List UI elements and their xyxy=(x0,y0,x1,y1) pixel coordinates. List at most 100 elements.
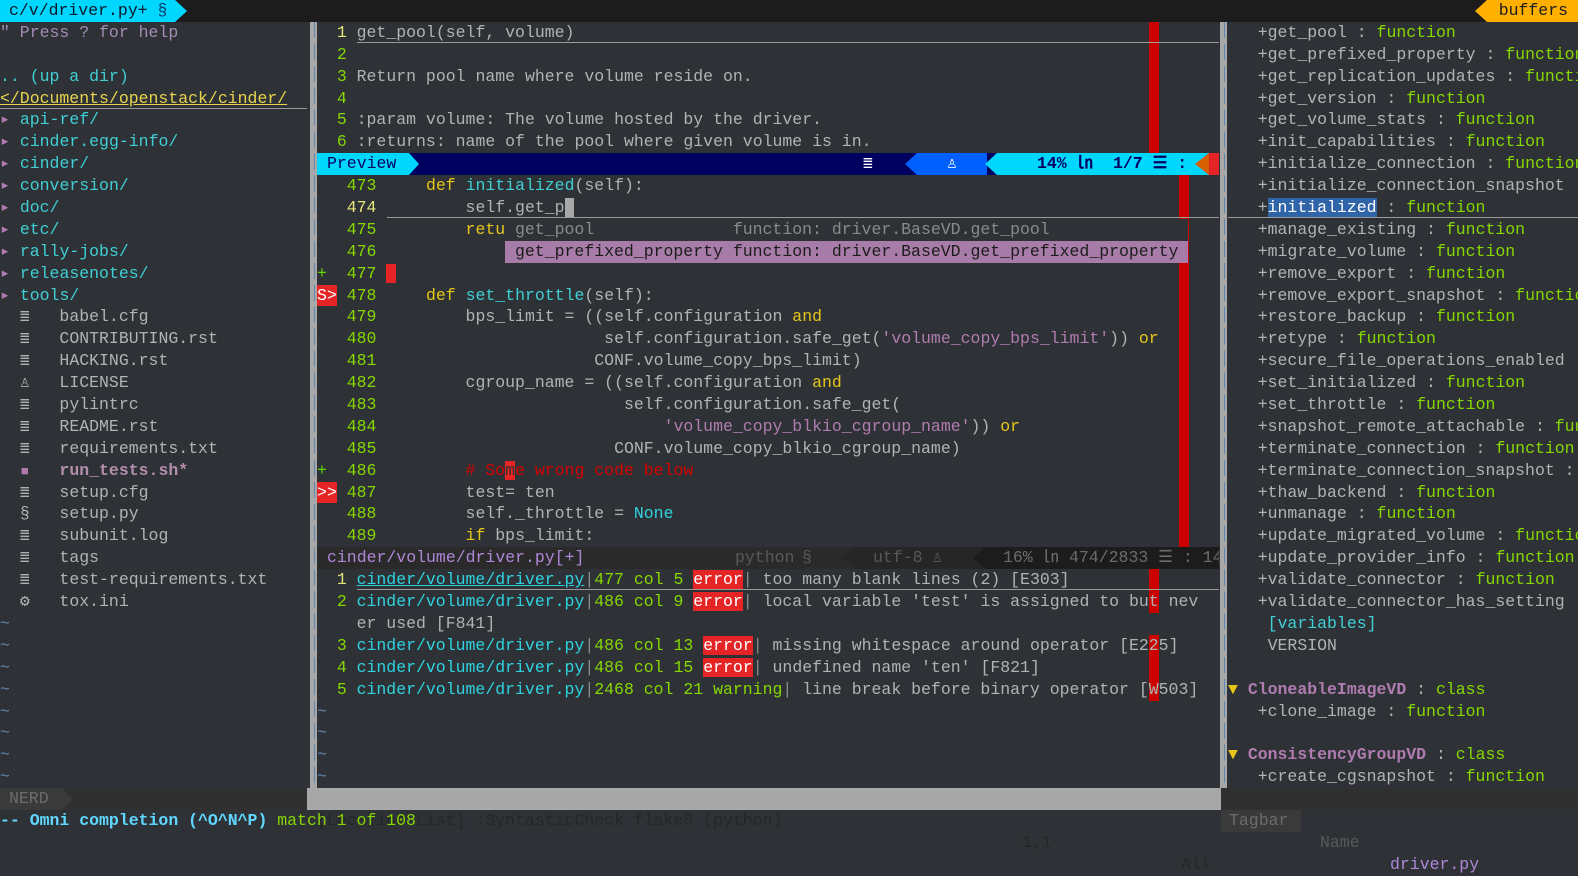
completion-popup[interactable]: get_pool function: driver.BaseVD.get_poo… xyxy=(505,218,1189,263)
entry-file[interactable]: cinder/volume/driver.py xyxy=(357,636,585,655)
nerdtree-file[interactable]: ≣ HACKING.rst xyxy=(0,350,307,372)
tag-member[interactable]: +secure_file_operations_enabled : functi… xyxy=(1228,350,1578,372)
tag-member[interactable]: +get_prefixed_property : function xyxy=(1228,44,1578,66)
tag-member[interactable]: +restore_backup : function xyxy=(1228,306,1578,328)
tag-member[interactable]: +set_throttle : function xyxy=(1228,394,1578,416)
code-token: or xyxy=(1000,416,1021,436)
tag-member[interactable]: +snapshot_remote_attachable : function xyxy=(1228,416,1578,438)
nerdtree-file[interactable]: ≣ CONTRIBUTING.rst xyxy=(0,328,307,350)
code-line[interactable]: 479 bps_limit = ((self.configuration and xyxy=(317,306,1219,328)
tag-member[interactable]: +get_volume_stats : function xyxy=(1228,109,1578,131)
code-line[interactable]: 485 CONF.volume_copy_blkio_cgroup_name) xyxy=(317,438,1219,460)
tag-member[interactable]: +update_migrated_volume : function xyxy=(1228,525,1578,547)
tag-group[interactable]: [variables] xyxy=(1228,613,1578,635)
entry-file[interactable]: cinder/volume/driver.py xyxy=(357,592,585,611)
completion-item[interactable]: get_prefixed_property function: driver.B… xyxy=(505,240,1189,263)
tag-member[interactable]: +remove_export_snapshot : function xyxy=(1228,285,1578,307)
tag-member[interactable]: +remove_export : function xyxy=(1228,263,1578,285)
tag-member[interactable]: +init_capabilities : function xyxy=(1228,131,1578,153)
tag-class[interactable]: ▼ ConsistencyGroupVD : class xyxy=(1228,744,1578,766)
nerdtree-file[interactable]: § setup.py xyxy=(0,503,307,525)
nerdtree-root[interactable]: </Documents/openstack/cinder/ xyxy=(0,88,307,110)
nerdtree-file[interactable]: ≣ pylintrc xyxy=(0,394,307,416)
preview-line[interactable]: 3 Return pool name where volume reside o… xyxy=(317,66,1219,88)
nerdtree-file[interactable]: ♙ LICENSE xyxy=(0,372,307,394)
tag-member[interactable]: +validate_connector : function xyxy=(1228,569,1578,591)
tag-member[interactable]: +thaw_backend : function xyxy=(1228,482,1578,504)
tag-member[interactable]: +terminate_connection_snapshot : functio… xyxy=(1228,460,1578,482)
code-line[interactable]: + 486 # Some wrong code below xyxy=(317,460,1219,482)
nerdtree-dir[interactable]: ▸ cinder.egg-info/ xyxy=(0,131,307,153)
tag-member[interactable]: +validate_connector_has_setting : functi… xyxy=(1228,591,1578,613)
tag-class[interactable]: ▼ CloneableImageVD : class xyxy=(1228,679,1578,701)
completion-item[interactable]: get_pool function: driver.BaseVD.get_poo… xyxy=(505,218,1189,241)
code-line[interactable]: 483 self.configuration.safe_get( xyxy=(317,394,1219,416)
nerdtree-dir[interactable]: ▸ cinder/ xyxy=(0,153,307,175)
tag-member[interactable]: +unmanage : function xyxy=(1228,503,1578,525)
tag-member[interactable]: +update_provider_info : function xyxy=(1228,547,1578,569)
editor-area[interactable]: 1 get_pool(self, volume) 2 3 Return pool… xyxy=(317,21,1219,789)
preview-line[interactable]: 6 :returns: name of the pool where given… xyxy=(317,131,1219,153)
code-line[interactable]: + 477 xyxy=(317,263,1219,285)
code-line[interactable]: >> 487 test= ten xyxy=(317,481,1219,504)
tag-member[interactable]: +terminate_connection : function xyxy=(1228,438,1578,460)
nerdtree-file[interactable]: ≣ tags xyxy=(0,547,307,569)
tag-member[interactable]: +get_replication_updates : function xyxy=(1228,66,1578,88)
nerdtree-file[interactable]: ≣ subunit.log xyxy=(0,525,307,547)
tag-member[interactable]: +create_cgsnapshot : function xyxy=(1228,766,1578,788)
nerdtree-dir[interactable]: ▸ releasenotes/ xyxy=(0,263,307,285)
nerdtree-dir[interactable]: ▸ rally-jobs/ xyxy=(0,241,307,263)
code-line[interactable]: 482 cgroup_name = ((self.configuration a… xyxy=(317,372,1219,394)
entry-file[interactable]: cinder/volume/driver.py xyxy=(357,658,585,677)
tagbar-pane[interactable]: +get_pool : function +get_prefixed_prope… xyxy=(1228,22,1578,789)
tag-var[interactable]: VERSION xyxy=(1228,635,1578,657)
loclist-entry[interactable]: 2 cinder/volume/driver.py|486 col 9 error… xyxy=(317,591,1219,635)
tag-member[interactable]: +migrate_volume : function xyxy=(1228,241,1578,263)
nerdtree-dir[interactable]: ▸ doc/ xyxy=(0,197,307,219)
vertical-split-left[interactable] xyxy=(310,21,317,789)
tag-member[interactable]: +initialize_connection_snapshot : functi… xyxy=(1228,175,1578,197)
code-line[interactable]: 481 CONF.volume_copy_bps_limit) xyxy=(317,350,1219,372)
nerdtree-file[interactable]: ≣ README.rst xyxy=(0,416,307,438)
entry-file[interactable]: cinder/volume/driver.py xyxy=(357,570,585,589)
code-line[interactable]: 489 if bps_limit: xyxy=(317,525,1219,547)
nerdtree-file[interactable]: ■ run_tests.sh* xyxy=(0,460,307,482)
tag-member[interactable]: +manage_existing : function xyxy=(1228,219,1578,241)
command-line[interactable]: -- Omni completion (^O^N^P) match 1 of 1… xyxy=(0,810,1578,832)
loclist-entry[interactable]: 1 cinder/volume/driver.py|477 col 5 error… xyxy=(317,569,1219,592)
vertical-split-right[interactable] xyxy=(1220,21,1227,789)
tag-member[interactable]: +get_pool : function xyxy=(1228,22,1578,44)
code-line[interactable]: 484 'volume_copy_blkio_cgroup_name')) or xyxy=(317,416,1219,438)
tag-member[interactable]: +initialized : function xyxy=(1228,197,1578,219)
tag-member[interactable]: +get_version : function xyxy=(1228,88,1578,110)
code-line[interactable]: 488 self._throttle = None xyxy=(317,503,1219,525)
tag-member[interactable]: +retype : function xyxy=(1228,328,1578,350)
nerdtree-file[interactable]: ≣ babel.cfg xyxy=(0,306,307,328)
nerdtree-file[interactable]: ≣ test-requirements.txt xyxy=(0,569,307,591)
nerdtree-up-dir[interactable]: .. (up a dir) xyxy=(0,66,307,88)
preview-line[interactable]: 1 get_pool(self, volume) xyxy=(317,21,1219,44)
preview-line[interactable]: 4 xyxy=(317,88,1219,110)
nerdtree-file[interactable]: ⚙ tox.ini xyxy=(0,591,307,613)
preview-line[interactable]: 2 xyxy=(317,44,1219,66)
nerdtree-dir[interactable]: ▸ etc/ xyxy=(0,219,307,241)
buffer-tab-active[interactable]: c/v/driver.py+ § xyxy=(0,0,188,22)
nerdtree-file[interactable]: ≣ requirements.txt xyxy=(0,438,307,460)
nerdtree-dir[interactable]: ▸ conversion/ xyxy=(0,175,307,197)
tag-member[interactable]: +initialize_connection : function xyxy=(1228,153,1578,175)
code-line[interactable]: 474 self.get_p xyxy=(317,197,1219,219)
tag-member[interactable]: +set_initialized : function xyxy=(1228,372,1578,394)
code-line[interactable]: S> 478 def set_throttle(self): xyxy=(317,284,1219,307)
nerdtree-dir[interactable]: ▸ tools/ xyxy=(0,285,307,307)
loclist-entry[interactable]: 4 cinder/volume/driver.py|486 col 15 erro… xyxy=(317,657,1219,679)
nerdtree-pane[interactable]: " Press ? for help .. (up a dir) </Documen… xyxy=(0,22,307,789)
entry-file[interactable]: cinder/volume/driver.py xyxy=(357,680,585,699)
preview-line[interactable]: 5 :param volume: The volume hosted by th… xyxy=(317,109,1219,131)
code-line[interactable]: 480 self.configuration.safe_get('volume_… xyxy=(317,328,1219,350)
tag-member[interactable]: +clone_image : function xyxy=(1228,701,1578,723)
nerdtree-file[interactable]: ≣ setup.cfg xyxy=(0,482,307,504)
loclist-entry[interactable]: 5 cinder/volume/driver.py|2468 col 21 war… xyxy=(317,679,1219,701)
nerdtree-dir[interactable]: ▸ api-ref/ xyxy=(0,109,307,131)
loclist-entry[interactable]: 3 cinder/volume/driver.py|486 col 13 erro… xyxy=(317,635,1219,657)
code-line[interactable]: 473 def initialized(self): xyxy=(317,175,1219,197)
